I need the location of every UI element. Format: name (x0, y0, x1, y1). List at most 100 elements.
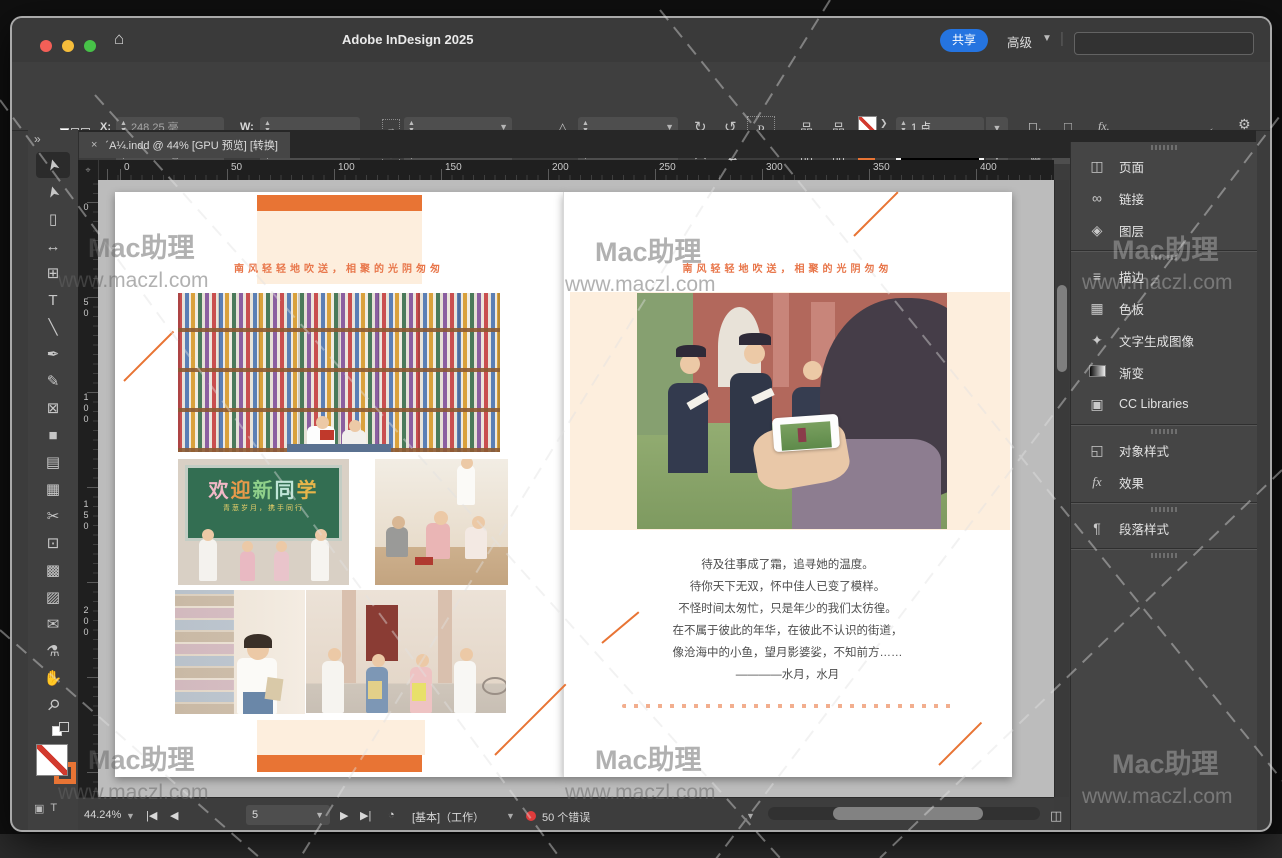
error-count[interactable]: 50 个错误 (542, 809, 590, 825)
photo-outdoor-students[interactable] (306, 590, 506, 713)
ruler-tick-label: 200 (81, 605, 91, 638)
eyedropper-tool[interactable]: ⚗ (36, 638, 70, 664)
type-tool[interactable]: T (36, 287, 70, 313)
zoom-level[interactable]: 44.24% (84, 809, 121, 821)
object-styles-icon: ◱ (1087, 442, 1107, 459)
line-tool[interactable]: ╲ (36, 314, 70, 340)
gap-tool[interactable]: ↔ (36, 233, 70, 259)
panel-item-label: CC Libraries (1119, 397, 1188, 411)
home-icon[interactable]: ⌂ (114, 29, 124, 49)
workspace-switcher[interactable]: 高级 (1007, 32, 1032, 51)
document-tab[interactable]: × ´A¼.indd @ 44% [GPU 预览] [转换] (79, 132, 290, 158)
minimize-window-button[interactable] (62, 40, 74, 52)
share-button[interactable]: 共享 (940, 29, 988, 52)
peach-block-bottom[interactable] (257, 720, 425, 755)
vertical-type-grid-tool[interactable]: ▦ (36, 476, 70, 502)
photo-library[interactable] (178, 293, 500, 452)
panel-item-段落样式[interactable]: ¶ 段落样式 (1071, 512, 1257, 544)
horizontal-ruler[interactable]: 050100150200250300350400 (78, 160, 1054, 180)
horizontal-scrollbar-thumb[interactable] (833, 807, 983, 820)
rectangle-tool[interactable]: ■ (36, 422, 70, 448)
panel-item-对象样式[interactable]: ◱ 对象样式 (1071, 434, 1257, 466)
headline-right[interactable]: 南风轻轻地吹送，相聚的光阴匆匆 (563, 260, 1012, 275)
ruler-tick-label: 100 (338, 162, 355, 173)
horizontal-type-grid-tool[interactable]: ▤ (36, 449, 70, 475)
content-collector-tool[interactable]: ⊞ (36, 260, 70, 286)
first-page-button[interactable]: |◀ (146, 809, 157, 822)
ruler-origin[interactable]: ⌖ (78, 160, 99, 180)
panel-item-文字生成图像[interactable]: ✦文字生成图像 (1071, 324, 1257, 356)
canvas[interactable]: 南风轻轻地吹送，相聚的光阴匆匆 欢迎新同学 青葱岁月，携手同行 (98, 180, 1054, 797)
hand-tool[interactable]: ✋ (36, 665, 70, 691)
panel-item-CC Libraries[interactable]: ▣ CC Libraries (1071, 388, 1257, 420)
gradient-feather-tool[interactable]: ▨ (36, 584, 70, 610)
right-dock-panel: ◫页面∞链接◈图层 ≡描边▦色板✦文字生成图像渐变 ▣ CC Libraries ◱ 对象… (1070, 142, 1257, 832)
direct-selection-tool[interactable]: ➤ (36, 179, 70, 205)
photo-graduation[interactable] (637, 293, 947, 529)
vertical-ruler[interactable]: 050100150200 (78, 180, 98, 797)
pencil-tool[interactable]: ✎ (36, 368, 70, 394)
panel-item-描边[interactable]: ≡描边 (1071, 260, 1257, 292)
preflight-icon[interactable]: ◔ (388, 809, 395, 821)
maximize-window-button[interactable] (84, 40, 96, 52)
vertical-scrollbar[interactable] (1054, 180, 1069, 797)
blackboard-subtitle: 青葱岁月，携手同行 (188, 503, 339, 513)
poem-line: 待你天下无双，怀中佳人已变了模样。 (563, 576, 1012, 598)
orange-bar-bottom[interactable] (257, 755, 422, 772)
panel-drag-handle[interactable] (1151, 553, 1177, 558)
paragraph-styles-icon: ¶ (1087, 520, 1107, 536)
chevron-down-icon[interactable]: ▼ (746, 811, 755, 821)
links-icon: ∞ (1087, 190, 1107, 206)
photo-classroom[interactable] (375, 459, 508, 585)
divider: | (1060, 30, 1064, 47)
panel-item-label: 段落样式 (1119, 519, 1169, 538)
panel-item-链接[interactable]: ∞链接 (1071, 182, 1257, 214)
frame-tool[interactable]: ⊠ (36, 395, 70, 421)
fill-arrow-icon[interactable]: ❯ (880, 118, 888, 129)
zoom-tool[interactable]: ⚲ (36, 692, 70, 718)
last-page-button[interactable]: ▶| (360, 809, 371, 822)
scissors-tool[interactable]: ✂ (36, 503, 70, 529)
gradient-swatch-tool[interactable]: ▩ (36, 557, 70, 583)
vertical-scrollbar-thumb[interactable] (1057, 285, 1067, 372)
previous-page-button[interactable]: ◀ (170, 809, 178, 822)
page-number-field[interactable]: 5▼ (246, 805, 330, 825)
expand-panel-icon[interactable]: » (34, 132, 41, 146)
spread-view-icon[interactable]: ◫ (1050, 808, 1062, 824)
cc-libraries-icon: ▣ (1087, 396, 1107, 413)
headline-left[interactable]: 南风轻轻地吹送，相聚的光阴匆匆 (115, 260, 563, 275)
panel-item-渐变[interactable]: 渐变 (1071, 356, 1257, 388)
selection-tool[interactable]: ➤ (36, 152, 70, 178)
swap-fill-stroke-icon[interactable] (52, 722, 74, 736)
swatches-icon: ▦ (1087, 300, 1107, 317)
horizontal-scrollbar[interactable] (768, 807, 1040, 820)
free-transform-tool[interactable]: ⊡ (36, 530, 70, 556)
panel-item-label: 图层 (1119, 221, 1144, 240)
panel-item-label: 对象样式 (1119, 441, 1169, 460)
ruler-tick-label: 150 (445, 162, 462, 173)
window-title: Adobe InDesign 2025 (342, 32, 572, 47)
orange-bar-top[interactable] (257, 195, 422, 211)
panel-divider (1071, 424, 1257, 426)
pen-tool[interactable]: ✒ (36, 341, 70, 367)
poem-line: 待及往事成了霜，追寻她的温度。 (563, 554, 1012, 576)
note-tool[interactable]: ✉ (36, 611, 70, 637)
pages-icon: ◫ (1087, 158, 1107, 175)
titlebar: ⌂ Adobe InDesign 2025 共享 高级 ▼ | (12, 18, 1270, 63)
search-input[interactable] (1074, 32, 1254, 55)
photo-blackboard[interactable]: 欢迎新同学 青葱岁月，携手同行 (178, 459, 349, 585)
panel-item-label: 渐变 (1119, 363, 1144, 382)
photo-library-girl[interactable] (175, 590, 305, 714)
fill-color-swatch[interactable] (36, 744, 68, 776)
panel-item-效果[interactable]: fx效果 (1071, 466, 1257, 498)
panel-item-页面[interactable]: ◫页面 (1071, 150, 1257, 182)
page-tool[interactable]: ▯ (36, 206, 70, 232)
close-icon[interactable]: × (91, 139, 97, 151)
next-page-button[interactable]: ▶ (340, 809, 348, 822)
preflight-preset[interactable]: [基本]（工作） (412, 809, 484, 825)
panel-item-图层[interactable]: ◈图层 (1071, 214, 1257, 246)
panel-item-色板[interactable]: ▦色板 (1071, 292, 1257, 324)
close-window-button[interactable] (40, 40, 52, 52)
formatting-affects-container-icon[interactable]: ▣ (34, 802, 44, 815)
formatting-affects-text-icon[interactable]: T (50, 802, 57, 815)
